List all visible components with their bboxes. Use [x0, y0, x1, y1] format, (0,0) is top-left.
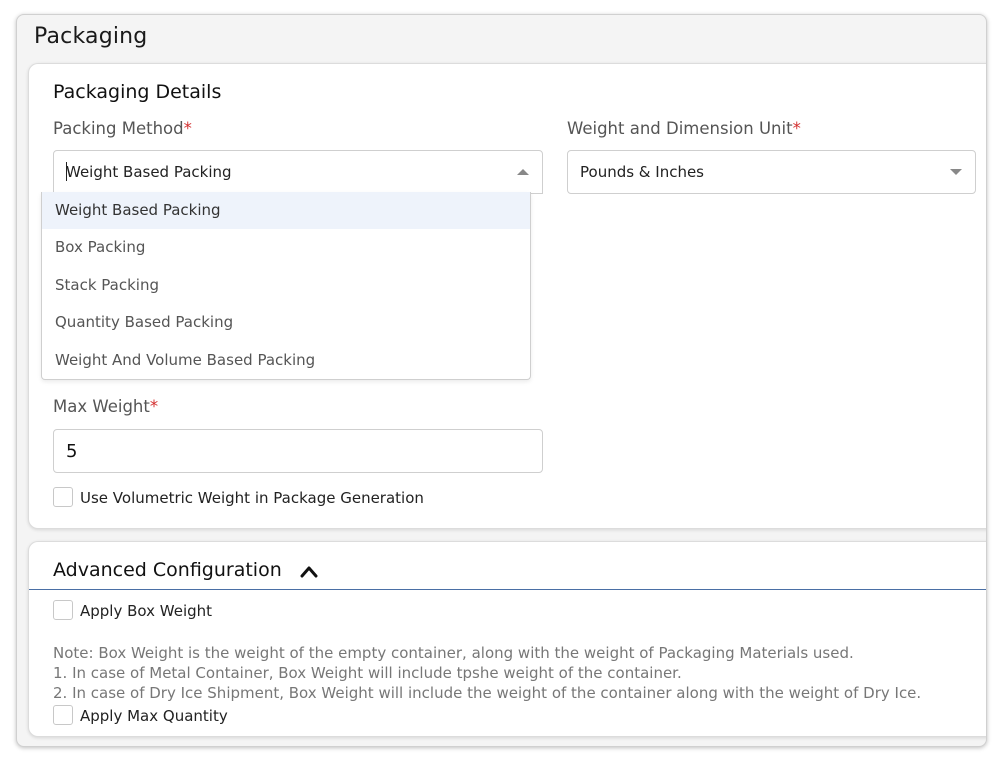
option-weight-based-packing[interactable]: Weight Based Packing — [42, 192, 530, 229]
max-weight-input[interactable]: 5 — [53, 429, 543, 473]
option-quantity-based-packing[interactable]: Quantity Based Packing — [42, 304, 530, 341]
volumetric-weight-label: Use Volumetric Weight in Package Generat… — [80, 489, 424, 507]
note-line: 1. In case of Metal Container, Box Weigh… — [53, 664, 682, 682]
packing-method-options: Weight Based Packing Box Packing Stack P… — [41, 192, 531, 380]
advanced-configuration-card: Advanced Configuration Apply Box Weight … — [28, 541, 986, 737]
packaging-details-title: Packaging Details — [53, 81, 222, 103]
unit-select[interactable]: Pounds & Inches — [567, 150, 976, 194]
max-weight-label: Max Weight* — [53, 397, 159, 416]
panel-title: Packaging — [34, 24, 148, 49]
caret-up-icon[interactable] — [517, 169, 529, 175]
volumetric-weight-checkbox[interactable] — [53, 487, 73, 507]
required-mark: * — [149, 397, 159, 416]
required-mark: * — [183, 119, 192, 138]
unit-label: Weight and Dimension Unit* — [567, 119, 801, 138]
apply-max-quantity-label: Apply Max Quantity — [80, 707, 228, 725]
packing-method-select[interactable]: Weight Based Packing — [53, 150, 543, 194]
note-line: 2. In case of Dry Ice Shipment, Box Weig… — [53, 684, 922, 702]
caret-down-icon[interactable] — [950, 169, 962, 175]
section-divider — [29, 589, 986, 590]
chevron-up-icon[interactable] — [300, 564, 318, 578]
required-mark: * — [792, 119, 801, 138]
advanced-configuration-title[interactable]: Advanced Configuration — [53, 559, 282, 581]
option-stack-packing[interactable]: Stack Packing — [42, 267, 530, 304]
option-weight-and-volume-based-packing[interactable]: Weight And Volume Based Packing — [42, 342, 530, 379]
option-box-packing[interactable]: Box Packing — [42, 229, 530, 266]
packaging-panel: Packaging Packaging Details Packing Meth… — [16, 14, 987, 747]
apply-max-quantity-checkbox[interactable] — [53, 705, 73, 725]
apply-box-weight-label: Apply Box Weight — [80, 602, 213, 620]
apply-box-weight-checkbox[interactable] — [53, 600, 73, 620]
box-weight-note: Note: Box Weight is the weight of the em… — [53, 643, 921, 703]
packing-method-label: Packing Method* — [53, 119, 192, 138]
packing-method-value: Weight Based Packing — [66, 163, 232, 181]
max-weight-value: 5 — [66, 441, 78, 462]
note-line: Note: Box Weight is the weight of the em… — [53, 644, 854, 662]
unit-value: Pounds & Inches — [580, 163, 704, 181]
